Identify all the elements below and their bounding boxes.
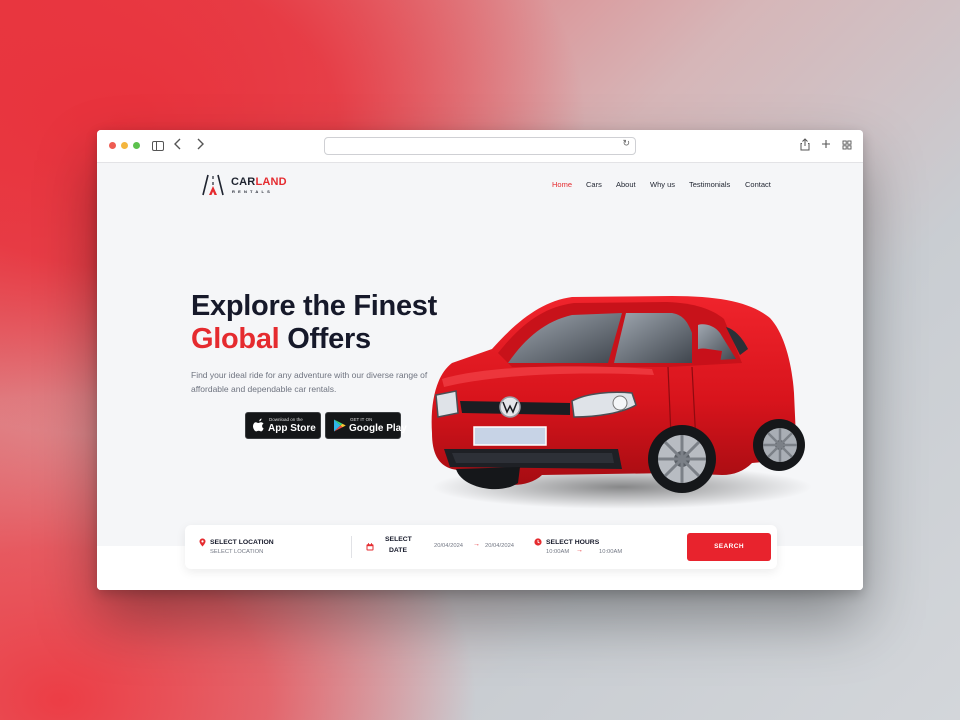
new-tab-icon[interactable] <box>821 138 831 153</box>
forward-icon[interactable] <box>196 138 204 153</box>
google-play-icon <box>334 419 346 432</box>
hours-label: SELECT HOURS <box>546 539 600 546</box>
clock-icon <box>534 538 542 546</box>
app-store-label: App Store <box>268 423 316 434</box>
nav-item-why-us[interactable]: Why us <box>650 180 675 189</box>
sidebar-icon[interactable] <box>152 141 164 151</box>
close-window-button[interactable] <box>109 142 116 149</box>
time-to-input[interactable]: 10:00AM <box>599 549 622 555</box>
nav-item-cars[interactable]: Cars <box>586 180 602 189</box>
tabs-overview-icon[interactable] <box>842 139 852 153</box>
apple-icon <box>253 418 264 432</box>
web-page: CARLAND RENTALS Home Cars About Why us T… <box>97 163 863 590</box>
app-store-small-text: Download on the <box>269 417 303 422</box>
location-label: SELECT LOCATION <box>210 539 274 546</box>
minimize-window-button[interactable] <box>121 142 128 149</box>
hero-title-line-2: Global Offers <box>191 323 371 355</box>
date-from-input[interactable]: 20/04/2024 <box>434 543 463 549</box>
brand-name: CARLAND <box>231 176 287 188</box>
browser-toolbar: ↻ <box>97 130 863 163</box>
location-select[interactable]: SELECT LOCATION <box>210 549 263 555</box>
hero-description: Find your ideal ride for any adventure w… <box>191 370 428 394</box>
app-store-button[interactable]: Download on the App Store <box>245 412 321 439</box>
brand-tagline: RENTALS <box>232 189 273 194</box>
browser-window: ↻ CARLAND RENTALS Home Cars About Why us <box>97 130 863 590</box>
google-play-label: Google Play <box>349 423 407 434</box>
google-play-small-text: GET IT ON <box>350 417 373 422</box>
nav-item-contact[interactable]: Contact <box>745 180 771 189</box>
nav-item-testimonials[interactable]: Testimonials <box>689 180 730 189</box>
road-logo-icon <box>202 174 224 196</box>
date-label-line-1: SELECT <box>385 536 412 543</box>
share-icon[interactable] <box>800 138 810 154</box>
maximize-window-button[interactable] <box>133 142 140 149</box>
brand-logo[interactable]: CARLAND RENTALS <box>202 173 292 197</box>
reload-icon[interactable]: ↻ <box>622 138 630 149</box>
hero-car-image <box>431 296 812 509</box>
nav-item-about[interactable]: About <box>616 180 636 189</box>
address-bar[interactable]: ↻ <box>324 137 636 155</box>
google-play-button[interactable]: GET IT ON Google Play <box>325 412 407 439</box>
booking-bar: SELECT LOCATION SELECT LOCATION SELECT D… <box>185 525 777 569</box>
location-pin-icon <box>199 538 206 547</box>
date-arrow-icon: → <box>473 541 480 548</box>
hero-title: Explore the Finest Global Offers <box>191 290 437 356</box>
booking-divider <box>351 536 352 558</box>
date-label-line-2: DATE <box>389 547 407 554</box>
time-arrow-icon: → <box>576 547 583 554</box>
calendar-icon <box>366 543 374 551</box>
nav-item-home[interactable]: Home <box>552 180 572 189</box>
back-icon[interactable] <box>174 138 182 153</box>
date-to-input[interactable]: 20/04/2024 <box>485 543 514 549</box>
hero-title-line-1: Explore the Finest <box>191 290 437 322</box>
search-button[interactable]: SEARCH <box>687 533 771 561</box>
time-from-input[interactable]: 10:00AM <box>546 549 569 555</box>
